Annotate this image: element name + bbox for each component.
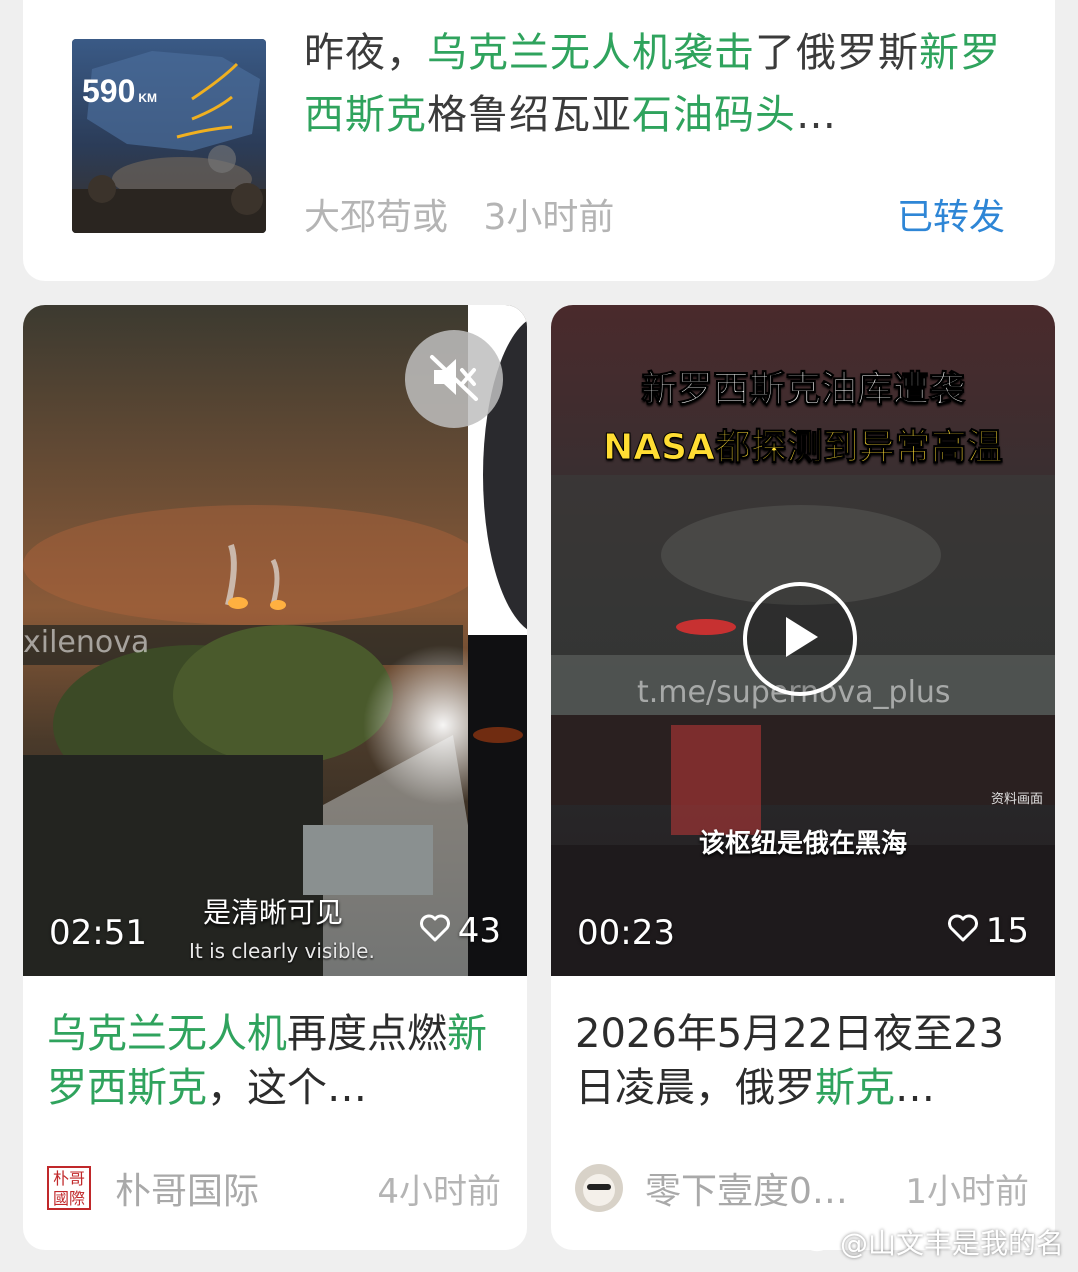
heart-icon bbox=[947, 911, 978, 951]
subtitle-zh: 该枢纽是俄在黑海 bbox=[698, 829, 907, 859]
title-text: 了俄罗斯 bbox=[755, 30, 919, 76]
video-card[interactable]: xilenova 是清晰可见 It is clearly visible. 02… bbox=[23, 305, 527, 1250]
thumb-unit: KM bbox=[138, 91, 158, 105]
like-count-value: 15 bbox=[985, 911, 1029, 951]
source-tag: 资料画面 bbox=[990, 792, 1043, 807]
title-text: 2026年5月22日夜至23日凌晨，俄罗 bbox=[575, 1011, 1005, 1111]
highlight-keyword[interactable]: 石油码头 bbox=[632, 92, 796, 138]
post-title[interactable]: 昨夜，乌克兰无人机袭击了俄罗斯新罗西斯克格鲁绍瓦亚石油码头… bbox=[304, 22, 1004, 146]
weibo-icon bbox=[804, 1226, 834, 1259]
repost-card[interactable]: 590 KM 昨夜，乌克兰无人机袭击了俄罗斯新罗西斯克格鲁绍瓦亚石油码头… 大邳苟… bbox=[23, 0, 1055, 281]
post-time: 1小时前 bbox=[905, 1172, 1029, 1212]
author-name: 朴哥国际 bbox=[115, 1171, 260, 1212]
video-preview[interactable]: 新罗西斯克油库遭袭 NASA都探测到异常高温 t.me/supernova_pl… bbox=[551, 305, 1055, 976]
video-duration: 02:51 bbox=[49, 913, 147, 953]
like-count[interactable]: 15 bbox=[947, 911, 1029, 951]
play-icon bbox=[778, 613, 822, 665]
title-text: 再度点燃 bbox=[287, 1011, 447, 1057]
post-time: 3小时前 bbox=[483, 197, 615, 238]
author-name: 零下壹度0… bbox=[645, 1171, 848, 1212]
author-row[interactable]: 零下壹度0… bbox=[575, 1160, 848, 1216]
title-text: 昨夜， bbox=[304, 30, 427, 76]
video-duration: 00:23 bbox=[577, 913, 675, 953]
subtitle-en: It is clearly visible. bbox=[189, 939, 375, 963]
title-text: ，这个… bbox=[207, 1065, 367, 1111]
title-text: … bbox=[796, 92, 837, 138]
post-meta: 大邳苟或 3小时前 bbox=[304, 188, 614, 240]
video-card[interactable]: 新罗西斯克油库遭袭 NASA都探测到异常高温 t.me/supernova_pl… bbox=[551, 305, 1055, 1250]
post-time: 4小时前 bbox=[377, 1172, 501, 1212]
mute-button[interactable] bbox=[405, 330, 503, 428]
page-watermark-text: @山文丰是我的名 bbox=[839, 1227, 1064, 1260]
title-text: 格鲁绍瓦亚 bbox=[427, 92, 632, 138]
mute-icon bbox=[426, 349, 482, 409]
video-caption[interactable]: 2026年5月22日夜至23日凌晨，俄罗斯克… bbox=[575, 1007, 1035, 1115]
author-avatar: 朴哥國際 bbox=[47, 1166, 91, 1210]
video-watermark: xilenova bbox=[23, 625, 150, 660]
author-avatar bbox=[575, 1164, 623, 1212]
headline-line-1: 新罗西斯克油库遭袭 bbox=[640, 369, 965, 411]
post-author[interactable]: 大邳苟或 bbox=[304, 197, 448, 238]
highlight-keyword[interactable]: 乌克兰无人机袭击 bbox=[427, 30, 755, 76]
highlight-keyword[interactable]: 斯克 bbox=[815, 1065, 895, 1111]
video-preview[interactable]: xilenova 是清晰可见 It is clearly visible. 02… bbox=[23, 305, 527, 976]
subtitle-zh: 是清晰可见 bbox=[203, 896, 344, 929]
like-count[interactable]: 43 bbox=[419, 911, 501, 951]
heart-icon bbox=[419, 911, 450, 951]
play-button[interactable] bbox=[743, 582, 857, 696]
title-text: … bbox=[895, 1065, 935, 1111]
like-count-value: 43 bbox=[457, 911, 501, 951]
author-row[interactable]: 朴哥國際 朴哥国际 bbox=[47, 1160, 259, 1216]
repost-status[interactable]: 已转发 bbox=[897, 188, 1005, 240]
video-headline: 新罗西斯克油库遭袭 NASA都探测到异常高温 bbox=[551, 360, 1055, 470]
thumb-badge: 590 bbox=[82, 73, 136, 109]
video-caption[interactable]: 乌克兰无人机再度点燃新罗西斯克，这个… bbox=[47, 1007, 507, 1115]
headline-line-2: NASA都探测到异常高温 bbox=[603, 427, 1004, 469]
page-watermark: @山文丰是我的名 bbox=[804, 1222, 1064, 1262]
post-thumbnail[interactable]: 590 KM bbox=[72, 39, 266, 233]
highlight-keyword[interactable]: 乌克兰无人机 bbox=[47, 1011, 287, 1057]
